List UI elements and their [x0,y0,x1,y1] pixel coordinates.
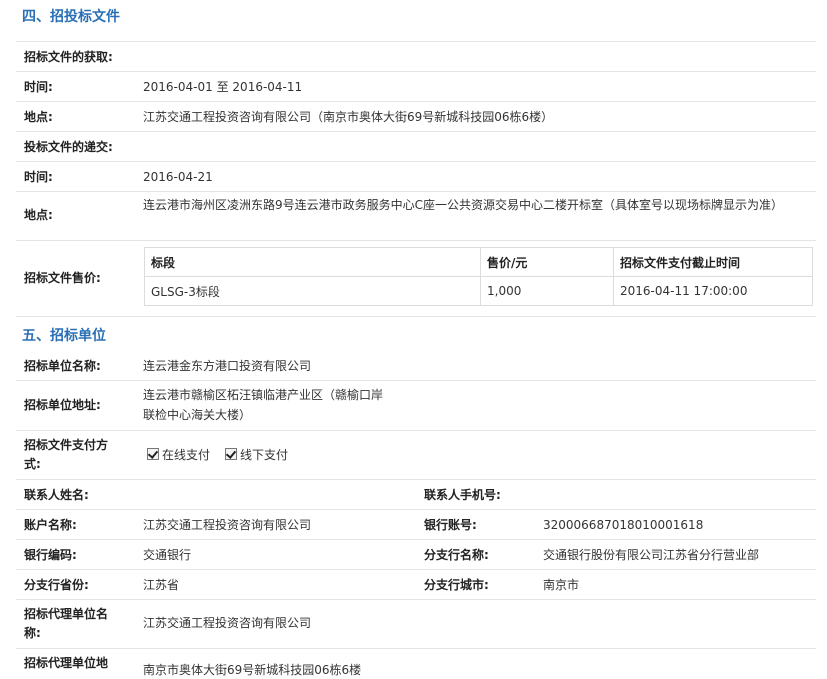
price-table-header: 标段 售价/元 招标文件支付截止时间 [144,247,813,277]
bank-code-label: 银行编码: [24,548,77,562]
unit-addr-line1: 连云港市赣榆区柘汪镇临港产业区（赣榆口岸 [143,388,384,402]
row-unit-addr: 招标单位地址: 连云港市赣榆区柘汪镇临港产业区（赣榆口岸 联检中心海关大楼） [16,381,816,431]
price-table-cell: 1,000 [480,276,614,306]
row-obtain-place: 地点: 江苏交通工程投资咨询有限公司（南京市奥体大街69号新城科技园06栋6楼） [16,102,816,132]
price-table-cell: 2016-04-11 17:00:00 [613,276,813,306]
contact-name-label: 联系人姓名: [24,488,89,502]
account-name-label: 账户名称: [24,518,77,532]
obtain-place-value: 江苏交通工程投资咨询有限公司（南京市奥体大街69号新城科技园06栋6楼） [143,110,554,124]
pay-offline-checkbox[interactable] [225,448,237,460]
account-name-value: 江苏交通工程投资咨询有限公司 [143,518,312,532]
submit-time-label: 时间: [24,170,53,184]
unit-addr-line2: 联检中心海关大楼） [143,408,252,422]
row-submit-place: 地点: 连云港市海州区凌洲东路9号连云港市政务服务中心C座一公共资源交易中心二楼… [16,192,816,241]
agent-addr-value: 南京市奥体大街69号新城科技园06栋6楼 [143,663,362,677]
obtain-label: 招标文件的获取: [24,50,113,64]
unit-name-label: 招标单位名称: [24,359,101,373]
pay-online-option[interactable]: 在线支付 [147,446,210,464]
row-obtain-time: 时间: 2016-04-01 至 2016-04-11 [16,72,816,102]
price-table-cell: GLSG-3标段 [144,276,481,306]
price-table-header-cell: 招标文件支付截止时间 [613,247,813,277]
pay-online-checkbox[interactable] [147,448,159,460]
submit-place-value: 连云港市海州区凌洲东路9号连云港市政务服务中心C座一公共资源交易中心二楼开标室（… [143,198,784,212]
table-row: GLSG-3标段 1,000 2016-04-11 17:00:00 [144,276,813,306]
obtain-time-label: 时间: [24,80,53,94]
section-title-bid-docs: 四、招投标文件 [22,9,120,25]
row-unit-name: 招标单位名称: 连云港金东方港口投资有限公司 [16,351,816,381]
section-title-tender-unit: 五、招标单位 [22,328,106,344]
price-table-header-cell: 标段 [144,247,481,277]
submit-label: 投标文件的递交: [24,140,113,154]
bank-account-label: 银行账号: [424,518,477,532]
obtain-place-label: 地点: [24,110,53,124]
pay-offline-label: 线下支付 [240,448,289,462]
row-submit: 投标文件的递交: [16,132,816,162]
row-branch-location: 分支行省份: 江苏省 分支行城市: 南京市 [16,570,816,600]
submit-place-label: 地点: [24,208,53,222]
branch-name-value: 交通银行股份有限公司江苏省分行营业部 [543,548,760,562]
price-table: 标段 售价/元 招标文件支付截止时间 GLSG-3标段 1,000 2016-0… [144,247,813,306]
row-submit-time: 时间: 2016-04-21 [16,162,816,192]
row-obtain: 招标文件的获取: [16,42,816,72]
price-label: 招标文件售价: [24,271,101,285]
pay-method-label-line2: 式: [24,457,41,471]
submit-time-value: 2016-04-21 [143,170,213,184]
branch-province-label: 分支行省份: [24,578,89,592]
row-agent-name: 招标代理单位名 称: 江苏交通工程投资咨询有限公司 [16,600,816,649]
row-contact: 联系人姓名: 联系人手机号: [16,480,816,510]
bank-code-value: 交通银行 [143,548,192,562]
pay-online-label: 在线支付 [162,448,211,462]
row-bank: 银行编码: 交通银行 分支行名称: 交通银行股份有限公司江苏省分行营业部 [16,540,816,570]
price-table-header-cell: 售价/元 [480,247,614,277]
obtain-time-value: 2016-04-01 至 2016-04-11 [143,80,303,94]
pay-offline-option[interactable]: 线下支付 [225,446,288,464]
agent-addr-label-line1: 招标代理单位地 [24,656,109,670]
row-agent-addr: 招标代理单位地 南京市奥体大街69号新城科技园06栋6楼 [16,649,816,679]
branch-city-value: 南京市 [543,578,580,592]
contact-phone-label: 联系人手机号: [424,488,501,502]
agent-name-label-line1: 招标代理单位名 [24,607,109,621]
pay-method-label-line1: 招标文件支付方 [24,438,109,452]
row-account: 账户名称: 江苏交通工程投资咨询有限公司 银行账号: 3200066870180… [16,510,816,540]
bank-account-value: 320006687018010001618 [543,518,704,532]
agent-name-label-line2: 称: [24,626,41,640]
branch-name-label: 分支行名称: [424,548,489,562]
unit-addr-label: 招标单位地址: [24,398,101,412]
branch-city-label: 分支行城市: [424,578,489,592]
branch-province-value: 江苏省 [143,578,180,592]
row-pay-method: 招标文件支付方 式: 在线支付 线下支付 [16,431,816,480]
agent-name-value: 江苏交通工程投资咨询有限公司 [143,616,312,630]
unit-name-value: 连云港金东方港口投资有限公司 [143,359,312,373]
